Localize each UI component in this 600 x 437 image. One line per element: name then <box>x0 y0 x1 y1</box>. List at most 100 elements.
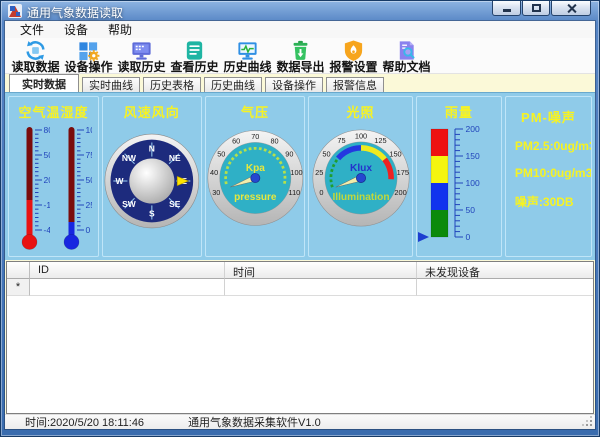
svg-text:30: 30 <box>212 188 220 197</box>
toolbar: 读取数据 设备操作 <box>5 38 595 74</box>
svg-text:-40: -40 <box>44 225 51 235</box>
curve-monitor-icon <box>236 39 259 62</box>
close-button[interactable] <box>551 1 591 16</box>
svg-text:75: 75 <box>337 137 345 146</box>
pressure-gauge: 30405060708090100110Kpapressure <box>206 128 305 228</box>
data-export-button[interactable]: 数据导出 <box>274 39 327 73</box>
svg-text:pressure: pressure <box>234 192 277 203</box>
svg-text:Klux: Klux <box>350 163 372 174</box>
row-selector-header[interactable] <box>7 262 30 279</box>
panel-temp-humidity: 空气温湿度 805020-10-40 1007550250 <box>8 96 99 257</box>
tab-device-operate[interactable]: 设备操作 <box>265 77 323 92</box>
svg-text:NW: NW <box>122 154 136 164</box>
tab-realtime-curve[interactable]: 实时曲线 <box>82 77 140 92</box>
help-doc-button[interactable]: 帮助文档 <box>380 39 433 73</box>
help-doc-icon <box>395 39 418 62</box>
tool-label: 帮助文档 <box>382 60 430 74</box>
svg-text:W: W <box>115 176 123 186</box>
pm25-value: PM2.5:0ug/m3 <box>515 139 591 153</box>
panel-wind: 风速风向 NNEESESSWWNW <box>102 96 202 257</box>
tab-strip: 实时数据 实时曲线 历史表格 历史曲线 设备操作 报警信息 <box>5 74 595 92</box>
svg-text:Kpa: Kpa <box>245 164 264 175</box>
temperature-thermometer: 805020-10-40 <box>14 122 50 257</box>
device-table: ID 时间 未发现设备 * <box>6 261 594 414</box>
tab-alarm-info[interactable]: 报警信息 <box>326 77 384 92</box>
refresh-data-icon <box>24 39 47 62</box>
table-row: * <box>7 279 593 296</box>
svg-text:40: 40 <box>210 169 218 178</box>
menu-device[interactable]: 设备 <box>54 21 98 38</box>
row-selector[interactable]: * <box>7 279 30 296</box>
table-header-row: ID 时间 未发现设备 <box>7 262 593 279</box>
menu-bar: 文件 设备 帮助 <box>5 21 595 38</box>
panel-title: 风速风向 <box>103 102 201 121</box>
close-icon <box>566 3 577 14</box>
view-history-button[interactable]: 查看历史 <box>168 39 221 73</box>
panel-pressure: 气压 30405060708090100110Kpapressure <box>205 96 306 257</box>
svg-text:200: 200 <box>394 188 406 197</box>
view-history-icon <box>183 39 206 62</box>
svg-text:SW: SW <box>122 199 136 209</box>
table-cell-device[interactable] <box>417 279 593 296</box>
svg-text:100: 100 <box>290 169 302 178</box>
table-cell-id[interactable] <box>30 279 225 296</box>
tab-history-table[interactable]: 历史表格 <box>143 77 201 92</box>
column-header-device[interactable]: 未发现设备 <box>417 262 593 279</box>
rain-gauge: 200150100500 <box>417 123 501 257</box>
tab-realtime-data[interactable]: 实时数据 <box>9 74 79 92</box>
tool-label: 历史曲线 <box>223 60 271 74</box>
panel-title: 空气温湿度 <box>9 102 98 121</box>
svg-text:50: 50 <box>322 150 330 159</box>
minimize-icon <box>503 9 511 12</box>
table-cell-time[interactable] <box>225 279 417 296</box>
read-data-button[interactable]: 读取数据 <box>9 39 62 73</box>
noise-value: 噪声:30DB <box>515 193 591 210</box>
app-window: 通用气象数据读取 文件 设备 帮助 读取数据 <box>0 0 600 437</box>
panel-illumination: 光照 0255075100125150175200KluxIlluminatio… <box>308 96 413 257</box>
maximize-button[interactable] <box>522 1 550 16</box>
pm10-value: PM10:0ug/m3 <box>515 166 591 180</box>
svg-text:S: S <box>149 209 155 219</box>
read-history-button[interactable]: 读取历史 <box>115 39 168 73</box>
export-data-icon <box>289 39 312 62</box>
svg-text:Illumination: Illumination <box>332 193 389 204</box>
tab-history-curve[interactable]: 历史曲线 <box>204 77 262 92</box>
svg-text:20: 20 <box>44 175 51 185</box>
menu-file[interactable]: 文件 <box>10 21 54 38</box>
tool-label: 设备操作 <box>64 60 112 74</box>
svg-text:-10: -10 <box>44 200 51 210</box>
column-header-id[interactable]: ID <box>30 262 225 279</box>
menu-help[interactable]: 帮助 <box>98 21 142 38</box>
window-title: 通用气象数据读取 <box>27 4 123 21</box>
svg-text:100: 100 <box>354 132 366 141</box>
alarm-shield-icon <box>342 39 365 62</box>
svg-text:110: 110 <box>288 188 300 197</box>
svg-text:50: 50 <box>217 150 225 159</box>
svg-text:60: 60 <box>232 137 240 146</box>
humidity-thermometer: 1007550250 <box>56 122 92 257</box>
title-bar[interactable]: 通用气象数据读取 <box>1 1 599 21</box>
column-header-time[interactable]: 时间 <box>225 262 417 279</box>
panel-rain: 雨量 200150100500 <box>416 96 502 257</box>
svg-text:90: 90 <box>285 150 293 159</box>
svg-text:100: 100 <box>86 125 93 135</box>
svg-text:0: 0 <box>465 232 470 242</box>
history-curve-button[interactable]: 历史曲线 <box>221 39 274 73</box>
tool-label: 读取数据 <box>11 60 59 74</box>
history-monitor-icon <box>130 39 153 62</box>
tool-label: 读取历史 <box>117 60 165 74</box>
wind-compass: NNEESESSWWNW <box>103 132 201 230</box>
svg-text:0: 0 <box>86 225 91 235</box>
tool-label: 数据导出 <box>276 60 324 74</box>
svg-text:SE: SE <box>169 199 181 209</box>
device-operate-button[interactable]: 设备操作 <box>62 39 115 73</box>
svg-text:100: 100 <box>465 178 479 188</box>
svg-text:125: 125 <box>374 137 386 146</box>
svg-text:175: 175 <box>396 169 408 178</box>
minimize-button[interactable] <box>492 1 521 16</box>
alarm-settings-button[interactable]: 报警设置 <box>327 39 380 73</box>
svg-text:150: 150 <box>389 150 401 159</box>
svg-text:50: 50 <box>465 205 475 215</box>
tool-label: 查看历史 <box>170 60 218 74</box>
svg-text:0: 0 <box>319 188 323 197</box>
